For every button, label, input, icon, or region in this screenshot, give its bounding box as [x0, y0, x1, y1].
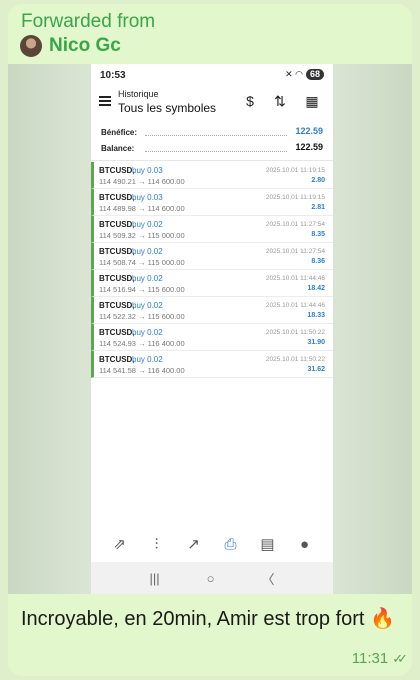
back-icon: 〈 [261, 571, 275, 587]
trade-side: buy 0.02 [132, 355, 163, 364]
trade-prices: 114 541.58 → 116 400.00 [99, 366, 185, 375]
trade-profit: 2.81 [311, 204, 325, 211]
trade-side: buy 0.02 [132, 274, 163, 283]
currency-sort-icon: $ [246, 93, 254, 109]
trade-row: BTCUSD, buy 0.02 114 541.58 → 116 400.00… [91, 351, 333, 378]
trade-row: BTCUSD, buy 0.03 114 489.98 → 114 600.00… [91, 189, 333, 216]
attached-screenshot[interactable]: 10:53 ✕ ◠ 68 Historique Tous les symbole… [8, 64, 412, 594]
trade-symbol: BTCUSD, [99, 220, 135, 229]
trade-date: 2025.10.01 11:19:15 [265, 194, 325, 201]
sort-icon: ⇅ [274, 93, 286, 109]
summary-label: Balance: [101, 144, 135, 153]
trade-row: BTCUSD, buy 0.02 114 516.94 → 115 600.00… [91, 270, 333, 297]
header-subtitle: Historique [118, 89, 159, 99]
app-bottom-nav: ⇗ ⫶ ↗ ⎙ ▤ ● [91, 528, 333, 560]
summary-value: 122.59 [295, 126, 323, 136]
trade-profit: 8.35 [311, 231, 325, 238]
header-title: Tous les symboles [118, 101, 217, 115]
trade-symbol: BTCUSD, [99, 166, 135, 175]
trade-prices: 114 509.32 → 115 000.00 [99, 231, 185, 240]
chart-icon: ⫶ [154, 535, 159, 553]
battery-icon: 68 [305, 69, 324, 80]
forward-sender[interactable]: Nico Gc [20, 35, 121, 57]
trade-profit: 18.42 [307, 285, 325, 292]
trade-icon: ↗ [187, 536, 200, 553]
message-caption: Incroyable, en 20min, Amir est trop fort… [21, 608, 395, 630]
messages-icon: ● [299, 535, 310, 553]
status-bar: 10:53 ✕ ◠ 68 [91, 64, 333, 86]
trade-prices: 114 490.21 → 114 600.00 [99, 177, 185, 186]
phone-screen: 10:53 ✕ ◠ 68 Historique Tous les symbole… [91, 64, 333, 594]
home-icon: ○ [206, 570, 215, 586]
trade-side: buy 0.02 [132, 328, 163, 337]
trade-profit: 2.80 [311, 177, 325, 184]
trade-symbol: BTCUSD, [99, 328, 135, 337]
recent-apps-icon: ||| [149, 570, 160, 586]
trade-date: 2025.10.01 11:44:46 [265, 275, 325, 282]
trade-row: BTCUSD, buy 0.02 114 522.32 → 115 600.00… [91, 297, 333, 324]
trade-date: 2025.10.01 11:50:22 [265, 329, 325, 336]
trade-side: buy 0.03 [132, 166, 163, 175]
status-time: 10:53 [100, 70, 126, 81]
trade-side: buy 0.02 [132, 247, 163, 256]
trade-side: buy 0.03 [132, 193, 163, 202]
summary-dots [145, 135, 287, 136]
system-nav-bar: ||| ○ 〈 [91, 562, 333, 594]
trade-date: 2025.10.01 11:44:46 [265, 302, 325, 309]
trade-row: BTCUSD, buy 0.02 114 508.74 → 115 000.00… [91, 243, 333, 270]
trade-list: BTCUSD, buy 0.03 114 490.21 → 114 600.00… [91, 162, 333, 378]
trade-prices: 114 508.74 → 115 000.00 [99, 258, 185, 267]
read-receipt-icon: ✓✓ [392, 650, 408, 666]
trade-row: BTCUSD, buy 0.02 114 509.32 → 115 000.00… [91, 216, 333, 243]
trade-date: 2025.10.01 11:50:22 [265, 356, 325, 363]
trade-profit: 31.90 [307, 339, 325, 346]
trade-symbol: BTCUSD, [99, 301, 135, 310]
summary-dots [145, 151, 287, 152]
message-meta: 11:31 ✓✓ [351, 650, 408, 667]
status-icons: ✕ ◠ 68 [285, 69, 324, 80]
sender-name[interactable]: Nico Gc [49, 35, 121, 57]
trade-prices: 114 524.93 → 116 400.00 [99, 339, 185, 348]
summary-profit: Bénéfice: 122.59 [101, 126, 323, 140]
trade-date: 2025.10.01 11:27:54 [265, 248, 325, 255]
forwarded-label: Forwarded from [21, 11, 156, 32]
trade-prices: 114 516.94 → 115 600.00 [99, 285, 185, 294]
trade-date: 2025.10.01 11:19:15 [265, 167, 325, 174]
trade-symbol: BTCUSD, [99, 274, 135, 283]
summary-value: 122.59 [295, 142, 323, 152]
trade-row: BTCUSD, buy 0.02 114 524.93 → 116 400.00… [91, 324, 333, 351]
sender-avatar[interactable] [20, 35, 42, 57]
trade-symbol: BTCUSD, [99, 247, 135, 256]
trade-symbol: BTCUSD, [99, 193, 135, 202]
trade-profit: 18.33 [307, 312, 325, 319]
trade-profit: 8.36 [311, 258, 325, 265]
summary-label: Bénéfice: [101, 128, 138, 137]
message-time: 11:31 [351, 650, 389, 667]
trade-symbol: BTCUSD, [99, 355, 135, 364]
trade-side: buy 0.02 [132, 301, 163, 310]
history-icon: ⎙ [224, 535, 237, 553]
trade-date: 2025.10.01 11:27:54 [265, 221, 325, 228]
trade-row: BTCUSD, buy 0.03 114 490.21 → 114 600.00… [91, 162, 333, 189]
summary-balance: Balance: 122.59 [101, 142, 323, 156]
divider [91, 160, 333, 161]
trade-profit: 31.62 [307, 366, 325, 373]
trade-prices: 114 489.98 → 114 600.00 [99, 204, 185, 213]
app-header: Historique Tous les symboles $ ⇅ ▦ [91, 86, 333, 120]
quotes-icon: ⇗ [113, 536, 126, 553]
menu-icon [99, 96, 111, 106]
calendar-icon: ▦ [305, 93, 319, 109]
trade-prices: 114 522.32 → 115 600.00 [99, 312, 185, 321]
signal-icons: ✕ ◠ [285, 69, 303, 79]
trade-side: buy 0.02 [132, 220, 163, 229]
news-icon: ▤ [260, 536, 275, 553]
